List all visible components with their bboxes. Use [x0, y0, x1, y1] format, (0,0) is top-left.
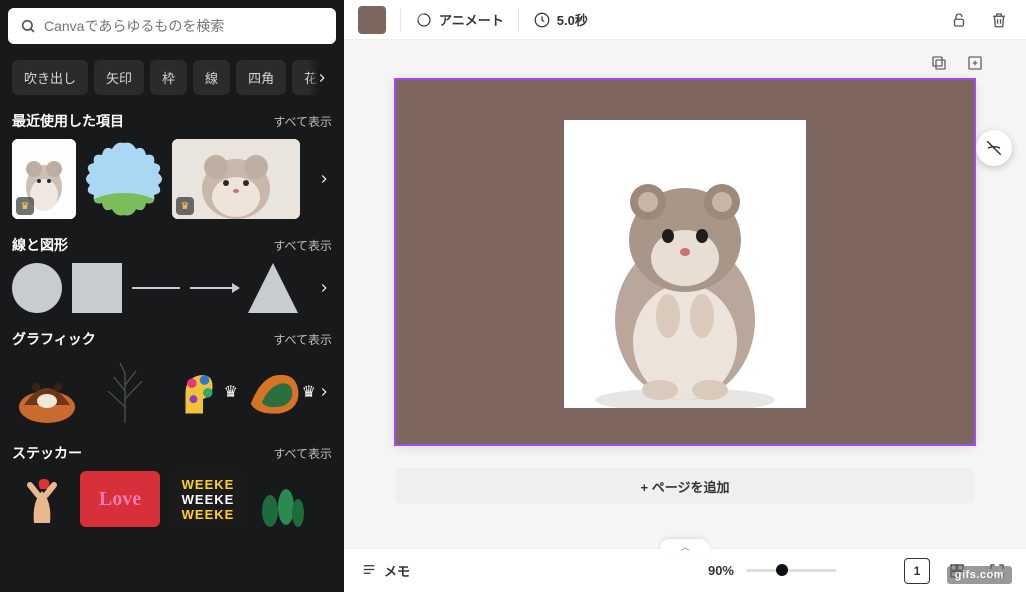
main-area: アニメート 5.0秒: [344, 0, 1026, 592]
add-page-button[interactable]: + ページを追加: [396, 468, 974, 504]
section-title-stickers: ステッカー: [12, 443, 82, 463]
duration-button[interactable]: 5.0秒: [533, 10, 588, 29]
section-title-graphics: グラフィック: [12, 329, 96, 349]
zoom-thumb[interactable]: [776, 564, 788, 576]
bg-color-swatch[interactable]: [358, 6, 386, 34]
canvas-page[interactable]: [396, 80, 974, 444]
section-header-recent: 最近使用した項目 すべて表示: [12, 111, 332, 131]
crown-icon: ♛: [16, 197, 34, 215]
sticker-3-line2: WEEKE: [182, 492, 235, 507]
page-actions: [926, 50, 988, 76]
context-toolbar: アニメート 5.0秒: [344, 0, 1026, 40]
graphic-1[interactable]: [12, 357, 82, 427]
recent-row: ♛ ♛: [12, 139, 332, 219]
search-icon: [20, 18, 36, 34]
zoom-slider[interactable]: [746, 569, 836, 572]
lines-next[interactable]: [312, 258, 336, 318]
section-header-lines: 線と図形 すべて表示: [12, 235, 332, 255]
sticker-4[interactable]: [256, 471, 304, 527]
watermark: gifs.com: [947, 566, 1012, 584]
notes-label: メモ: [384, 561, 410, 580]
recent-thumb-3[interactable]: ♛: [172, 139, 300, 219]
chip-frame[interactable]: 枠: [150, 60, 187, 95]
collapse-bottom[interactable]: ︿: [660, 539, 710, 553]
elements-sidebar: 吹き出し 矢印 枠 線 四角 花 最近使用した項目 すべて表示 ♛ ♛: [0, 0, 344, 592]
duplicate-page[interactable]: [926, 50, 952, 76]
duration-label: 5.0秒: [557, 10, 588, 29]
animate-button[interactable]: アニメート: [415, 10, 504, 29]
section-lines: 線と図形 すべて表示: [0, 231, 344, 325]
section-graphics: グラフィック すべて表示 ♛ ♛: [0, 325, 344, 439]
chips-next[interactable]: [308, 58, 336, 98]
sticker-1[interactable]: [12, 471, 72, 527]
add-page-icon[interactable]: [962, 50, 988, 76]
chip-arrow[interactable]: 矢印: [94, 60, 144, 95]
bottom-bar: ︿ メモ 90% 1: [344, 548, 1026, 592]
zoom-control: 90%: [708, 563, 836, 578]
lock-button[interactable]: [946, 7, 972, 33]
search-input[interactable]: [44, 18, 324, 34]
shape-line[interactable]: [132, 287, 180, 289]
graphics-next[interactable]: [312, 362, 336, 422]
section-title-lines: 線と図形: [12, 235, 68, 255]
canvas-image[interactable]: [564, 120, 806, 408]
recent-next[interactable]: [312, 149, 336, 209]
search-wrap: [0, 0, 344, 52]
divider: [400, 8, 401, 32]
section-title-recent: 最近使用した項目: [12, 111, 124, 131]
category-chips: 吹き出し 矢印 枠 線 四角 花: [0, 52, 344, 107]
see-all-stickers[interactable]: すべて表示: [273, 445, 332, 462]
section-header-stickers: ステッカー すべて表示: [12, 443, 332, 463]
canvas-area[interactable]: + ページを追加: [344, 40, 1026, 548]
stickers-row: Love WEEKE WEEKE WEEKE: [12, 471, 332, 527]
graphics-row: ♛ ♛: [12, 357, 332, 427]
shape-square[interactable]: [72, 263, 122, 313]
graphic-2[interactable]: [90, 357, 160, 427]
section-header-graphics: グラフィック すべて表示: [12, 329, 332, 349]
hide-ui-fab[interactable]: [976, 130, 1012, 166]
animate-icon: [415, 11, 433, 29]
chip-line[interactable]: 線: [193, 60, 230, 95]
section-recent: 最近使用した項目 すべて表示 ♛ ♛: [0, 107, 344, 231]
chip-speech-bubble[interactable]: 吹き出し: [12, 60, 88, 95]
lines-row: [12, 263, 332, 313]
see-all-recent[interactable]: すべて表示: [273, 113, 332, 130]
search-box[interactable]: [8, 8, 336, 44]
sticker-3-line1: WEEKE: [182, 477, 235, 492]
clock-icon: [533, 11, 551, 29]
sticker-2-text: Love: [99, 488, 141, 511]
section-stickers: ステッカー すべて表示 Love WEEKE WEEKE WEEKE: [0, 439, 344, 539]
delete-button[interactable]: [986, 7, 1012, 33]
recent-thumb-2[interactable]: [84, 139, 164, 219]
shape-circle[interactable]: [12, 263, 62, 313]
sticker-2[interactable]: Love: [80, 471, 160, 527]
see-all-lines[interactable]: すべて表示: [273, 237, 332, 254]
notes-icon: [360, 562, 378, 580]
crown-icon: ♛: [224, 382, 238, 402]
shape-triangle[interactable]: [248, 263, 298, 313]
shape-arrow[interactable]: [190, 287, 238, 289]
chip-square[interactable]: 四角: [236, 60, 286, 95]
divider: [518, 8, 519, 32]
sticker-3[interactable]: WEEKE WEEKE WEEKE: [168, 471, 248, 527]
animate-label: アニメート: [439, 10, 504, 29]
zoom-label[interactable]: 90%: [708, 563, 734, 578]
graphic-3[interactable]: ♛: [168, 357, 238, 427]
page-indicator[interactable]: 1: [904, 558, 930, 584]
sticker-3-line3: WEEKE: [182, 507, 235, 522]
graphic-4[interactable]: ♛: [246, 357, 316, 427]
recent-thumb-1[interactable]: ♛: [12, 139, 76, 219]
crown-icon: ♛: [176, 197, 194, 215]
see-all-graphics[interactable]: すべて表示: [273, 331, 332, 348]
notes-button[interactable]: メモ: [360, 561, 410, 580]
